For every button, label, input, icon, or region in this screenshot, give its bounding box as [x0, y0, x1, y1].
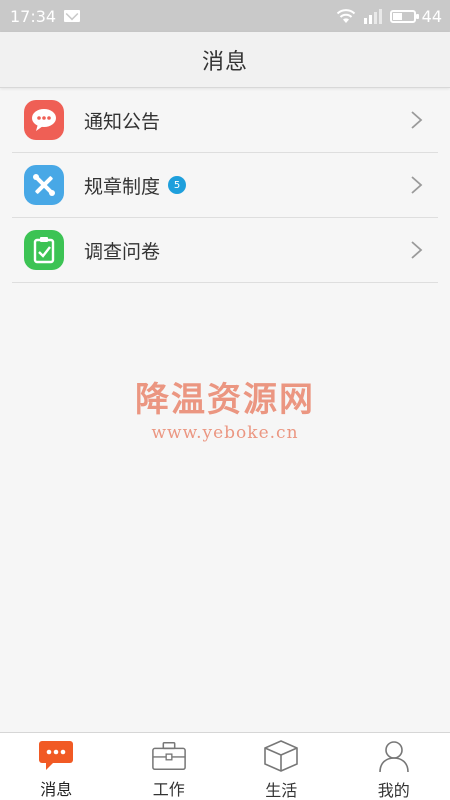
- watermark-title: 降温资源网: [135, 380, 315, 420]
- signal-icon: [363, 9, 382, 24]
- list-item-label: 通知公告: [84, 110, 161, 133]
- battery-percent: 44: [421, 6, 442, 26]
- user-icon: [376, 739, 412, 773]
- battery-icon: [389, 9, 419, 23]
- list-item-label: 规章制度: [84, 175, 161, 198]
- tab-label: 工作: [152, 780, 185, 799]
- list-item-notices[interactable]: 通知公告: [12, 88, 438, 153]
- tab-messages[interactable]: 消息: [0, 733, 113, 800]
- status-bar: 17:34 44: [0, 0, 450, 32]
- tab-label: 消息: [40, 780, 73, 799]
- watermark-url: www.yeboke.cn: [151, 423, 299, 443]
- tools-icon: [24, 165, 64, 205]
- list-item-survey[interactable]: 调查问卷: [12, 218, 438, 283]
- tab-life[interactable]: 生活: [225, 733, 338, 800]
- list-item-regulations[interactable]: 规章制度 5: [12, 153, 438, 218]
- page-title: 消息: [201, 49, 248, 75]
- chat-bubble-icon: [24, 100, 64, 140]
- unread-badge: 5: [168, 176, 187, 194]
- chevron-right-icon: [411, 176, 423, 194]
- message-list: 通知公告 规章制度 5 调查问卷: [0, 88, 450, 283]
- clipboard-check-icon: [24, 230, 64, 270]
- tab-label: 我的: [377, 781, 410, 800]
- list-item-label: 调查问卷: [84, 240, 161, 263]
- briefcase-icon: [151, 739, 187, 772]
- status-time: 17:34: [10, 6, 57, 26]
- tab-work[interactable]: 工作: [113, 733, 226, 800]
- tab-mine[interactable]: 我的: [338, 733, 450, 800]
- chevron-right-icon: [411, 241, 423, 259]
- header: 消息: [0, 32, 450, 88]
- tab-label: 生活: [265, 781, 298, 800]
- watermark: 降温资源网 www.yeboke.cn: [0, 372, 450, 443]
- message-icon: [38, 739, 74, 772]
- tab-bar: 消息 工作 生活 我的: [0, 732, 450, 800]
- chevron-right-icon: [411, 111, 423, 129]
- mail-icon: [64, 10, 81, 22]
- box-icon: [263, 739, 299, 773]
- wifi-icon: [336, 9, 355, 23]
